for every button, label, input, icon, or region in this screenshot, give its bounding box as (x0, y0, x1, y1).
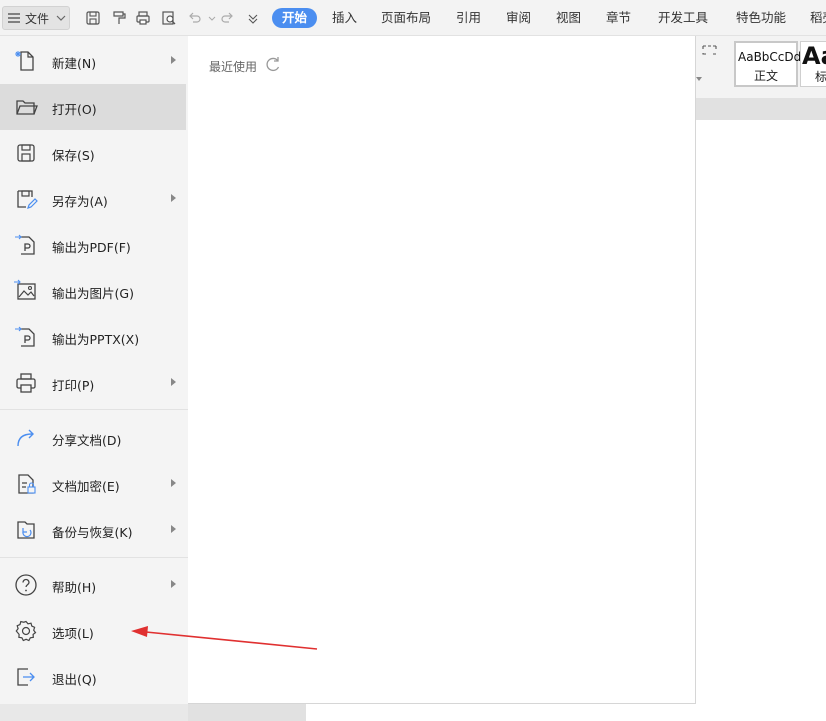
submenu-arrow-icon (171, 580, 176, 588)
menu-item-label: 输出为图片(G) (52, 286, 134, 301)
recent-title: 最近使用 (209, 60, 258, 74)
menu-item-label: 文档加密(E) (52, 479, 120, 494)
tab-docer[interactable]: 稻壳 (810, 8, 826, 28)
print-icon[interactable] (134, 9, 152, 27)
new-doc-icon (15, 51, 34, 71)
menu-item-export-image[interactable]: 输出为图片(G) (0, 268, 186, 314)
tab-insert[interactable]: 插入 (332, 8, 357, 28)
menu-item-label: 保存(S) (52, 148, 95, 163)
tab-developer[interactable]: 开发工具 (658, 8, 708, 28)
menu-item-label: 帮助(H) (52, 580, 97, 595)
folder-open-icon (16, 100, 38, 115)
menu-item-help[interactable]: 帮助(H) (0, 562, 186, 608)
menu-item-label: 备份与恢复(K) (52, 525, 133, 540)
refresh-icon[interactable] (264, 56, 282, 74)
format-painter-icon[interactable] (110, 9, 128, 27)
menu-item-new[interactable]: 新建(N) (0, 38, 186, 84)
gear-icon (15, 620, 37, 642)
save-as-icon (17, 190, 38, 209)
style-heading-sample: Aa (802, 42, 826, 70)
backup-icon (17, 521, 35, 539)
submenu-arrow-icon (171, 479, 176, 487)
help-icon (15, 574, 37, 596)
file-menu-button[interactable]: 文件 (2, 6, 70, 30)
save-icon (17, 144, 35, 162)
menu-item-backup[interactable]: 备份与恢复(K) (0, 507, 186, 553)
menu-item-label: 另存为(A) (52, 194, 108, 209)
customize-icon[interactable] (244, 9, 262, 27)
menu-item-label: 新建(N) (52, 56, 97, 71)
menu-item-label: 输出为PDF(F) (52, 240, 131, 255)
menu-item-label: 选项(L) (52, 626, 94, 641)
exit-icon (17, 668, 35, 686)
menu-item-options[interactable]: 选项(L) (0, 608, 186, 654)
status-bar-area (188, 703, 306, 721)
export-image-icon (14, 279, 36, 300)
style-normal[interactable]: AaBbCcDd 正文 (734, 41, 802, 87)
export-pdf-icon (15, 234, 35, 255)
menu-separator (0, 409, 188, 410)
recent-files-panel: 最近使用 (188, 36, 696, 704)
menu-item-print[interactable]: 打印(P) (0, 360, 186, 406)
tab-review[interactable]: 审阅 (506, 8, 531, 28)
submenu-arrow-icon (171, 56, 176, 64)
menu-item-share[interactable]: 分享文档(D) (0, 415, 186, 461)
style-normal-name: 正文 (753, 69, 778, 83)
menu-item-label: 输出为PPTX(X) (52, 332, 140, 347)
file-menu-label: 文件 (25, 11, 50, 26)
tab-references[interactable]: 引用 (456, 8, 481, 28)
redo-icon[interactable] (218, 9, 236, 27)
submenu-arrow-icon (171, 525, 176, 533)
menu-item-export-pptx[interactable]: 输出为PPTX(X) (0, 314, 186, 360)
menu-item-save[interactable]: 保存(S) (0, 130, 186, 176)
text-direction-icon (702, 45, 717, 55)
menu-item-label: 打开(O) (52, 102, 97, 117)
ribbon-expand-icon[interactable] (696, 76, 702, 82)
menu-separator (0, 557, 188, 558)
submenu-arrow-icon (171, 194, 176, 202)
print-preview-icon[interactable] (160, 9, 178, 27)
style-heading[interactable]: Aa 标 (800, 41, 826, 87)
share-icon (17, 429, 34, 447)
menu-bar: 文件 开始 插入 页面布局 引用 审阅 视图 章节 开发工具 特色功能 稻壳 (0, 0, 826, 36)
submenu-arrow-icon (171, 378, 176, 386)
style-heading-name: 标 (815, 70, 826, 84)
sidebar-bottom-strip (0, 704, 188, 721)
export-pptx-icon (15, 326, 35, 347)
encrypt-icon (18, 474, 36, 494)
chevron-down-icon (56, 15, 66, 21)
undo-icon[interactable] (186, 9, 204, 27)
menu-item-label: 分享文档(D) (52, 433, 122, 448)
save-icon[interactable] (84, 9, 102, 27)
print-icon (16, 373, 36, 393)
menu-item-open[interactable]: 打开(O) (0, 84, 186, 130)
menu-item-label: 打印(P) (52, 378, 95, 393)
menu-item-label: 退出(Q) (52, 672, 97, 687)
document-page[interactable] (696, 120, 826, 721)
hamburger-icon (8, 13, 20, 23)
tab-view[interactable]: 视图 (556, 8, 581, 28)
menu-item-export-pdf[interactable]: 输出为PDF(F) (0, 222, 186, 268)
tab-home[interactable]: 开始 (272, 8, 318, 28)
menu-item-exit[interactable]: 退出(Q) (0, 654, 186, 700)
tab-chapter[interactable]: 章节 (606, 8, 631, 28)
menu-item-save-as[interactable]: 另存为(A) (0, 176, 186, 222)
style-normal-sample: AaBbCcDd (738, 50, 802, 64)
menu-item-encrypt[interactable]: 文档加密(E) (0, 461, 186, 507)
document-margin (696, 98, 826, 120)
tab-page-layout[interactable]: 页面布局 (381, 8, 431, 28)
tab-special-features[interactable]: 特色功能 (736, 8, 786, 28)
